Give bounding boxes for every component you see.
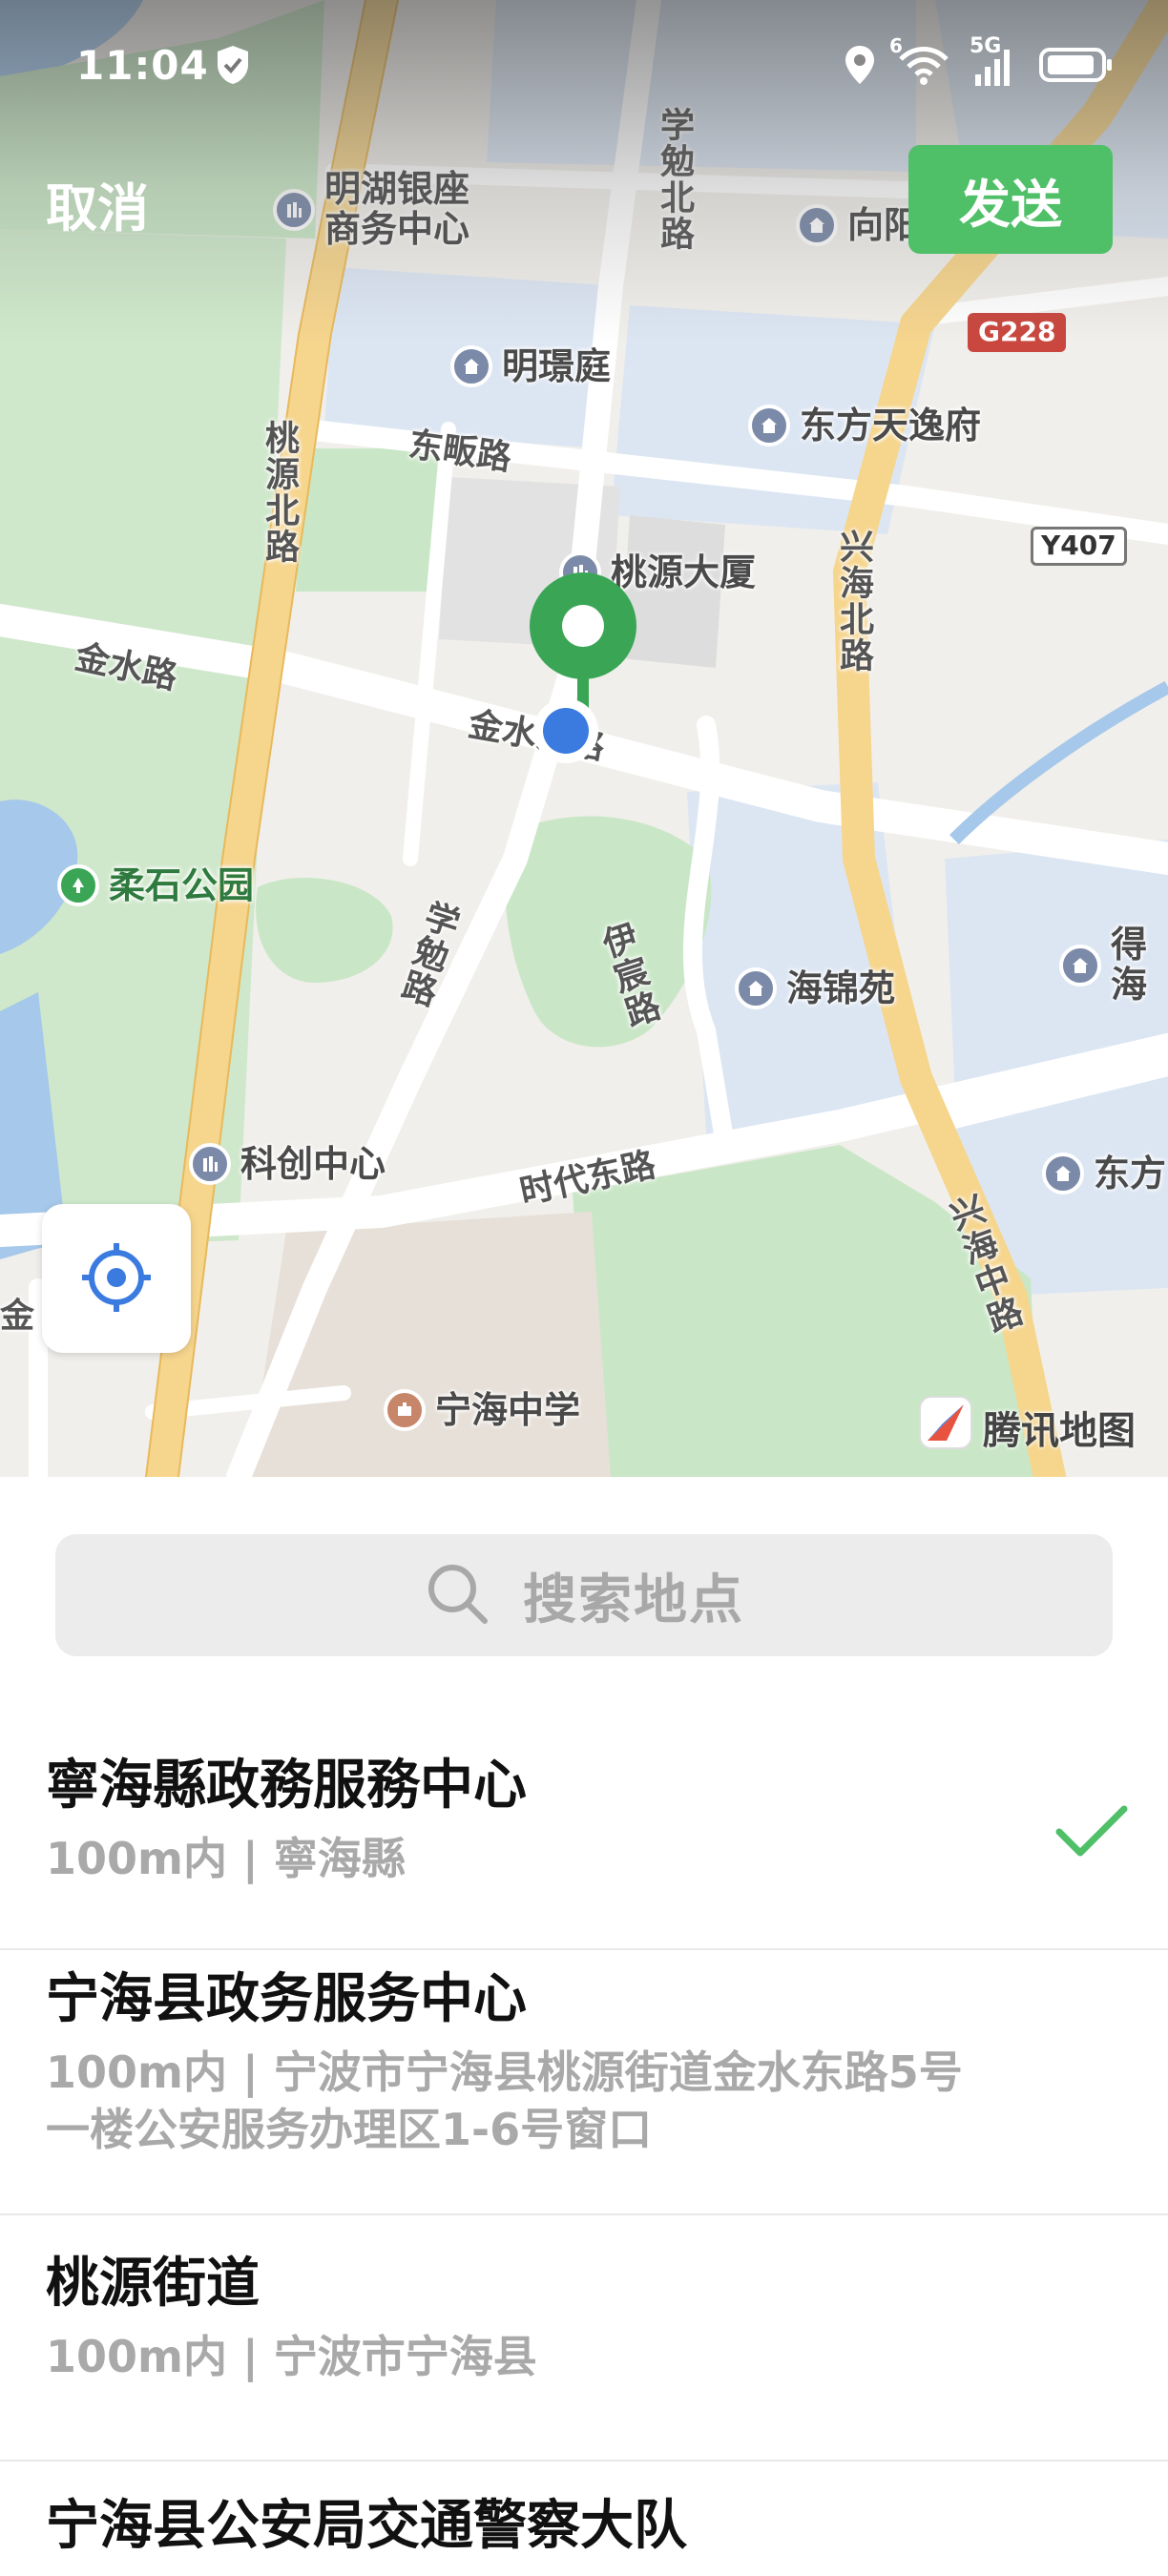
road-xinghai-north: 兴海北路 <box>834 529 873 674</box>
status-time: 11:04 <box>76 42 209 89</box>
send-button[interactable]: 发送 <box>908 145 1113 254</box>
home-icon <box>748 405 790 447</box>
poi-xiang[interactable]: 向阳 <box>796 204 920 246</box>
tree-icon <box>57 864 99 906</box>
crosshair-icon <box>80 1241 153 1317</box>
poi-de-hai-label: 得 海 <box>1111 924 1148 1006</box>
poi-haijin-label: 海锦苑 <box>786 967 896 1009</box>
result-title: 寧海縣政務服務中心 <box>46 1755 527 1817</box>
poi-kechuang-label: 科创中心 <box>240 1143 386 1185</box>
result-item-0[interactable]: 寧海縣政務服務中心 100m内 | 寧海縣 <box>0 1754 1168 1950</box>
result-title: 桃源街道 <box>46 2253 260 2315</box>
poi-kechuang[interactable]: 科创中心 <box>189 1143 386 1185</box>
poi-de-hai[interactable]: 得 海 <box>1059 924 1148 1006</box>
map-brand: 腾讯地图 <box>918 1395 1136 1460</box>
poi-dongfang2-label: 东方 <box>1094 1153 1167 1195</box>
route-badge-g228: G228 <box>968 313 1067 352</box>
location-pin-icon[interactable] <box>528 572 638 773</box>
result-subtitle: 100m内 | 寧海縣 <box>46 1833 406 1885</box>
poi-dongfang[interactable]: 东方天逸府 <box>748 405 981 447</box>
result-item-3[interactable]: 宁海县公安局交通警察大队 <box>0 2494 1168 2576</box>
location-icon <box>844 44 876 90</box>
status-bar: 11:04 6 5G <box>0 0 1168 134</box>
wifi-icon: 6 <box>889 34 950 90</box>
result-title: 宁海县公安局交通警察大队 <box>46 2495 687 2557</box>
checkmark-icon <box>1055 1803 1128 1864</box>
poi-minghu[interactable]: 明湖银座 商务中心 <box>273 168 470 250</box>
shield-check-icon <box>214 44 252 90</box>
poi-haijin[interactable]: 海锦苑 <box>735 967 895 1009</box>
search-input[interactable]: 搜索地点 <box>55 1534 1113 1656</box>
tencent-map-logo-icon <box>918 1395 973 1460</box>
locate-button[interactable] <box>42 1204 191 1353</box>
search-icon <box>424 1560 490 1631</box>
poi-roushi-park-label: 柔石公园 <box>109 864 255 906</box>
5g-signal-icon: 5G <box>970 34 1017 88</box>
building-icon <box>189 1143 231 1185</box>
network-label: 5G <box>970 34 1002 58</box>
home-icon <box>735 967 777 1009</box>
wifi-label: 6 <box>889 34 903 57</box>
result-subtitle: 100m内 | 宁波市宁海县 <box>46 2331 537 2383</box>
road-jin-left: 金 <box>0 1297 35 1336</box>
home-icon <box>450 345 492 387</box>
cancel-button[interactable]: 取消 <box>46 166 149 241</box>
battery-icon <box>1038 44 1115 90</box>
map-view[interactable]: 明湖银座 商务中心 明璟庭 东方天逸府 桃源大厦 柔石公园 海锦苑 科创中心 宁… <box>0 0 1168 1477</box>
poi-ninghai-school[interactable]: 宁海中学 <box>384 1389 580 1431</box>
home-icon <box>1042 1153 1084 1195</box>
results-sheet: 搜索地点 寧海縣政務服務中心 100m内 | 寧海縣 宁海县政务服务中心 100… <box>0 1477 1168 2576</box>
route-badge-y407: Y407 <box>1031 527 1127 566</box>
poi-minghu-label: 明湖银座 商务中心 <box>324 168 470 250</box>
search-placeholder: 搜索地点 <box>523 1568 744 1631</box>
poi-mingjing[interactable]: 明璟庭 <box>450 345 611 387</box>
result-subtitle: 100m内 | 宁波市宁海县桃源街道金水东路5号一楼公安服务办理区1-6号窗口 <box>46 2046 963 2155</box>
poi-mingjing-label: 明璟庭 <box>502 345 612 387</box>
map-brand-label: 腾讯地图 <box>983 1409 1136 1453</box>
poi-roushi-park[interactable]: 柔石公园 <box>57 864 254 906</box>
result-title: 宁海县政务服务中心 <box>46 1968 527 2030</box>
home-icon <box>1059 944 1101 987</box>
poi-dongfang2[interactable]: 东方 <box>1042 1153 1166 1195</box>
poi-dongfang-label: 东方天逸府 <box>800 405 982 447</box>
building-icon <box>273 188 315 231</box>
result-item-2[interactable]: 桃源街道 100m内 | 宁波市宁海县 <box>0 2252 1168 2462</box>
home-icon <box>796 204 838 246</box>
poi-ninghai-school-label: 宁海中学 <box>435 1389 581 1431</box>
result-item-1[interactable]: 宁海县政务服务中心 100m内 | 宁波市宁海县桃源街道金水东路5号一楼公安服务… <box>0 1967 1168 2215</box>
school-icon <box>384 1389 426 1431</box>
road-taoyuan-north: 桃源北路 <box>260 420 299 565</box>
